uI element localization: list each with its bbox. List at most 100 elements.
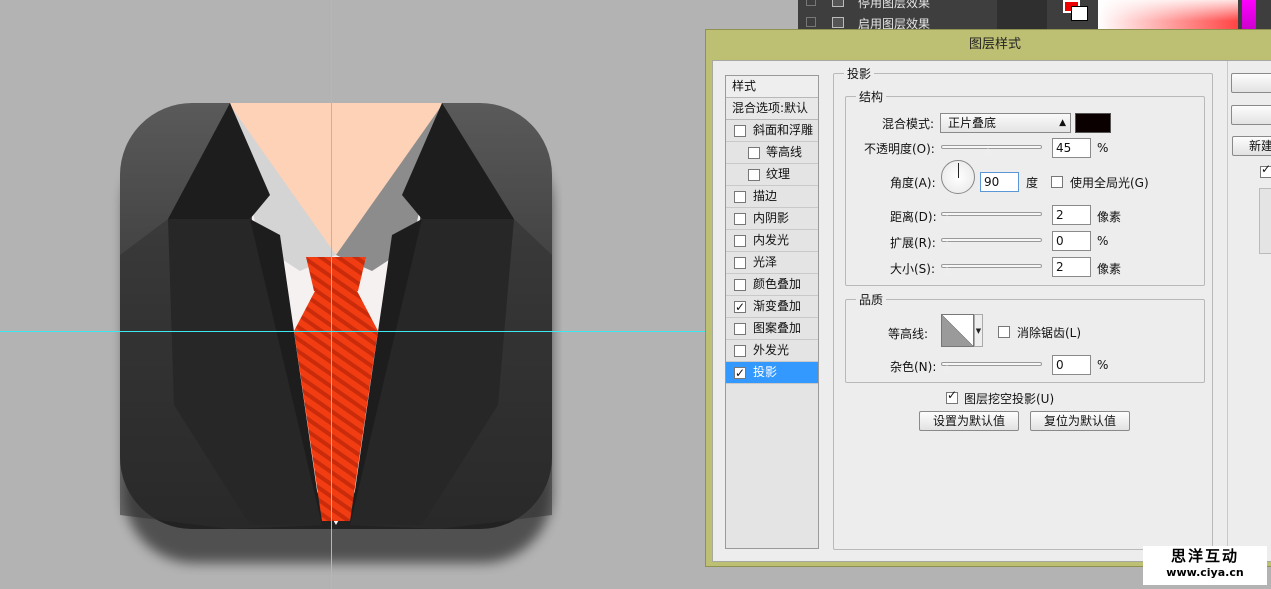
style-checkbox[interactable] bbox=[734, 213, 746, 225]
angle-unit: 度 bbox=[1026, 176, 1039, 190]
blend-options-item[interactable]: 混合选项:默认 bbox=[726, 98, 818, 120]
noise-slider-thumb[interactable] bbox=[941, 364, 953, 374]
visibility-checkbox[interactable] bbox=[806, 0, 816, 6]
size-input[interactable]: 2 bbox=[1052, 257, 1091, 277]
watermark-url: www.ciya.cn bbox=[1166, 566, 1244, 579]
distance-slider[interactable] bbox=[941, 212, 1042, 224]
angle-dial-needle bbox=[958, 163, 959, 178]
spread-unit: % bbox=[1097, 234, 1109, 248]
style-list-header[interactable]: 样式 bbox=[726, 76, 818, 98]
new-style-button[interactable]: 新建 bbox=[1232, 136, 1271, 156]
noise-input[interactable]: 0 bbox=[1052, 355, 1091, 375]
watermark-name: 思洋互动 bbox=[1170, 547, 1239, 565]
style-list: 样式 混合选项:默认 斜面和浮雕等高线纹理描边内阴影内发光光泽颜色叠加渐变叠加图… bbox=[725, 75, 819, 549]
ok-button[interactable] bbox=[1231, 73, 1271, 93]
distance-input[interactable]: 2 bbox=[1052, 205, 1091, 225]
style-label: 图案叠加 bbox=[753, 321, 802, 335]
style-list-item[interactable]: 投影 bbox=[726, 362, 818, 384]
style-list-item[interactable]: 渐变叠加 bbox=[726, 296, 818, 318]
distance-slider-thumb[interactable] bbox=[941, 214, 953, 224]
style-checkbox[interactable] bbox=[734, 363, 746, 384]
style-label: 投影 bbox=[753, 365, 778, 379]
angle-dial[interactable] bbox=[941, 160, 975, 194]
style-checkbox[interactable] bbox=[748, 147, 760, 159]
global-light-checkbox[interactable] bbox=[1051, 176, 1063, 188]
dialog-body: 样式 混合选项:默认 斜面和浮雕等高线纹理描边内阴影内发光光泽颜色叠加渐变叠加图… bbox=[712, 60, 1271, 562]
style-list-item[interactable]: 内发光 bbox=[726, 230, 818, 252]
style-checkbox[interactable] bbox=[734, 125, 746, 137]
antialias-label: 消除锯齿(L) bbox=[1017, 326, 1082, 340]
style-list-item[interactable]: 外发光 bbox=[726, 340, 818, 362]
style-list-item[interactable]: 斜面和浮雕 bbox=[726, 120, 818, 142]
shadow-color-swatch[interactable] bbox=[1075, 113, 1111, 133]
style-label: 纹理 bbox=[766, 167, 791, 181]
antialias-checkbox[interactable] bbox=[998, 326, 1010, 338]
contour-dropdown-button[interactable]: ▼ bbox=[974, 314, 983, 347]
structure-title: 结构 bbox=[856, 88, 887, 105]
opacity-slider-thumb[interactable] bbox=[982, 147, 994, 157]
reset-default-button[interactable]: 复位为默认值 bbox=[1030, 411, 1130, 431]
select-arrows-icon: ▲ bbox=[1059, 118, 1066, 128]
style-checkbox[interactable] bbox=[734, 235, 746, 247]
layer-menu-item-disable[interactable]: 停用图层效果 bbox=[798, 0, 998, 10]
opacity-unit: % bbox=[1097, 141, 1109, 155]
style-list-item[interactable]: 光泽 bbox=[726, 252, 818, 274]
hue-slider[interactable] bbox=[1242, 0, 1256, 30]
panel-divider bbox=[997, 0, 1047, 30]
knockout-checkbox[interactable] bbox=[946, 388, 958, 404]
color-spectrum[interactable] bbox=[1098, 0, 1238, 30]
style-label: 光泽 bbox=[753, 255, 778, 269]
angle-label: 角度(A): bbox=[890, 176, 936, 190]
style-checkbox[interactable] bbox=[734, 279, 746, 291]
background-color-swatch[interactable] bbox=[1071, 6, 1088, 21]
preview-thumbnail bbox=[1259, 188, 1271, 254]
style-list-item[interactable]: 颜色叠加 bbox=[726, 274, 818, 296]
style-label: 渐变叠加 bbox=[753, 299, 802, 313]
suit-icon bbox=[120, 103, 552, 563]
opacity-slider[interactable] bbox=[941, 145, 1042, 157]
spread-label: 扩展(R): bbox=[890, 236, 936, 250]
size-slider-thumb[interactable] bbox=[941, 266, 953, 276]
blend-mode-select[interactable]: 正片叠底 ▲ bbox=[940, 113, 1071, 133]
style-checkbox[interactable] bbox=[734, 297, 746, 318]
spread-slider[interactable] bbox=[941, 238, 1042, 250]
spread-slider-thumb[interactable] bbox=[941, 240, 953, 250]
style-label: 外发光 bbox=[753, 343, 790, 357]
style-checkbox[interactable] bbox=[734, 191, 746, 203]
contour-label: 等高线: bbox=[888, 327, 929, 341]
style-list-item[interactable]: 纹理 bbox=[726, 164, 818, 186]
menu-item-label: 停用图层效果 bbox=[858, 0, 931, 10]
size-slider[interactable] bbox=[941, 264, 1042, 276]
distance-unit: 像素 bbox=[1097, 210, 1122, 224]
style-list-item[interactable]: 等高线 bbox=[726, 142, 818, 164]
style-checkbox[interactable] bbox=[748, 169, 760, 181]
vertical-guide bbox=[331, 0, 332, 589]
tie-knot bbox=[306, 257, 366, 291]
size-label: 大小(S): bbox=[890, 262, 936, 276]
style-list-item[interactable]: 内阴影 bbox=[726, 208, 818, 230]
style-label: 斜面和浮雕 bbox=[753, 123, 814, 137]
noise-slider[interactable] bbox=[941, 362, 1042, 374]
distance-label: 距离(D): bbox=[890, 210, 937, 224]
angle-input[interactable]: 90 bbox=[980, 172, 1019, 192]
cancel-button[interactable] bbox=[1231, 105, 1271, 125]
style-label: 颜色叠加 bbox=[753, 277, 802, 291]
opacity-input[interactable]: 45 bbox=[1052, 138, 1091, 158]
layer-style-dialog: 图层样式 样式 混合选项:默认 斜面和浮雕等高线纹理描边 内阴影内发光光泽颜色叠加… bbox=[705, 29, 1271, 567]
style-list-item[interactable]: 图案叠加 bbox=[726, 318, 818, 340]
style-list-item[interactable]: 描边 bbox=[726, 186, 818, 208]
spread-input[interactable]: 0 bbox=[1052, 231, 1091, 251]
quality-title: 品质 bbox=[856, 291, 887, 308]
style-checkbox[interactable] bbox=[734, 257, 746, 269]
knockout-label: 图层挖空投影(U) bbox=[964, 392, 1055, 406]
style-checkbox[interactable] bbox=[734, 323, 746, 335]
style-label: 内发光 bbox=[753, 233, 790, 247]
preview-checkbox[interactable] bbox=[1260, 162, 1271, 178]
visibility-checkbox[interactable] bbox=[806, 17, 816, 27]
dialog-title[interactable]: 图层样式 bbox=[706, 30, 1271, 60]
global-light-label: 使用全局光(G) bbox=[1070, 176, 1149, 190]
contour-preview[interactable] bbox=[941, 314, 974, 347]
style-checkbox[interactable] bbox=[734, 345, 746, 357]
make-default-button[interactable]: 设置为默认值 bbox=[919, 411, 1019, 431]
size-unit: 像素 bbox=[1097, 262, 1122, 276]
